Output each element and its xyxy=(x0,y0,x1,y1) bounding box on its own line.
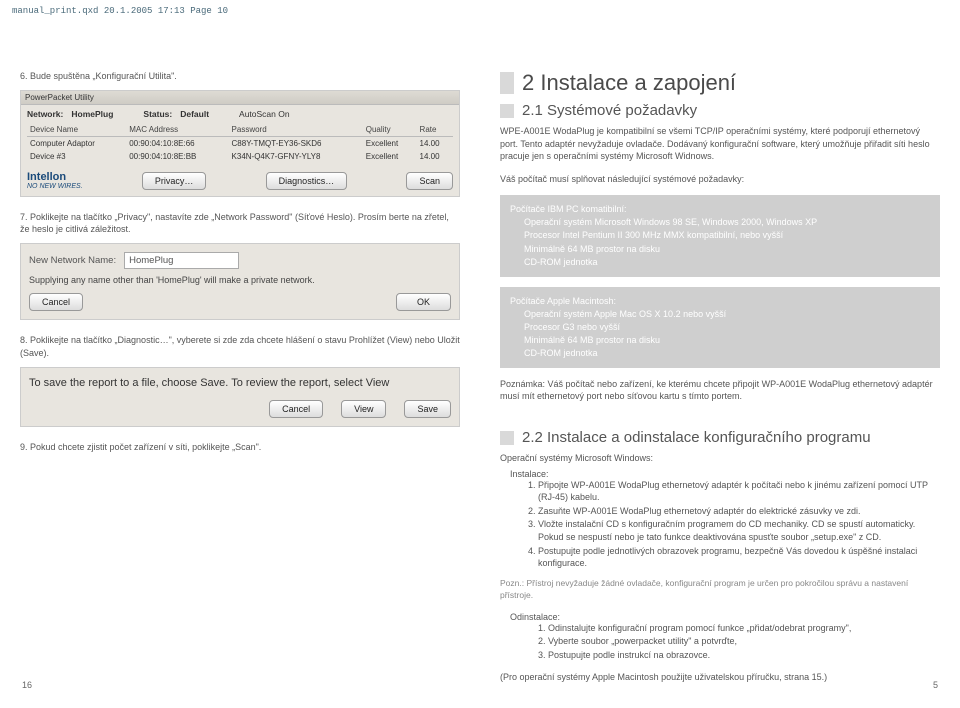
dialog-description: Supplying any name other than 'HomePlug'… xyxy=(29,275,451,285)
intellon-logo: Intellon xyxy=(27,171,83,183)
table-header-row: Device Name MAC Address Password Quality… xyxy=(27,123,453,137)
install-sublabel: Instalace: xyxy=(510,469,940,479)
heading-marker-icon xyxy=(500,104,514,118)
step-7: 7. Poklikejte na tlačítko „Privacy", nas… xyxy=(20,211,460,235)
screenshot-utility: PowerPacket Utility Network: HomePlug St… xyxy=(20,90,460,197)
step-8: 8. Poklikejte na tlačítko „Diagnostic…",… xyxy=(20,334,460,358)
req-mac-head: Počítače Apple Macintosh: xyxy=(510,295,930,308)
save-dialog-description: To save the report to a file, choose Sav… xyxy=(29,376,451,390)
req-mac-line: CD-ROM jednotka xyxy=(524,347,930,360)
install-steps-list: Připojte WP-A001E WodaPlug ethernetový a… xyxy=(520,479,940,570)
cancel-button[interactable]: Cancel xyxy=(269,400,323,418)
right-column: 2 Instalace a zapojení 2.1 Systémové pož… xyxy=(500,70,940,694)
ok-button[interactable]: OK xyxy=(396,293,451,311)
page-number-left: 16 xyxy=(22,680,32,690)
cancel-button[interactable]: Cancel xyxy=(29,293,83,311)
status-value: Default xyxy=(180,109,209,119)
col-password: Password xyxy=(229,123,363,137)
install-step: Připojte WP-A001E WodaPlug ethernetový a… xyxy=(538,479,940,504)
section-2-2-heading: 2.2 Instalace a odinstalace konfigurační… xyxy=(500,429,940,446)
step-6: 6. Bude spuštěna „Konfigurační Utilita". xyxy=(20,70,460,82)
view-button[interactable]: View xyxy=(341,400,386,418)
table-row: Computer Adaptor 00:90:04:10:8E:66 C88Y-… xyxy=(27,137,453,151)
uninstall-sublabel: Odinstalace: xyxy=(510,612,940,622)
uninstall-step: Postupujte podle instrukcí na obrazovce. xyxy=(548,649,940,662)
subsection-title: 2.1 Systémové požadavky xyxy=(522,102,697,119)
section-2-heading: 2 Instalace a zapojení xyxy=(500,70,940,96)
section-2-1-heading: 2.1 Systémové požadavky xyxy=(500,102,940,119)
device-table: Device Name MAC Address Password Quality… xyxy=(27,123,453,163)
logo-subtitle: NO NEW WIRES. xyxy=(27,183,83,190)
page-content: 6. Bude spuštěna „Konfigurační Utilita".… xyxy=(0,0,960,694)
table-row: Device #3 00:90:04:10:8E:BB K34N-Q4K7-GF… xyxy=(27,150,453,163)
intro-paragraph: WPE-A001E WodaPlug je kompatibilní se vš… xyxy=(500,125,940,163)
network-value: HomePlug xyxy=(71,109,113,119)
install-step: Postupujte podle jednotlivých obrazovek … xyxy=(538,545,940,570)
requirements-lead: Váš počítač musí splňovat následující sy… xyxy=(500,173,940,186)
step-9: 9. Pokud chcete zjistit počet zařízení v… xyxy=(20,441,460,453)
req-pc-line: Minimálně 64 MB prostor na disku xyxy=(524,243,930,256)
req-mac-line: Operační systém Apple Mac OS X 10.2 nebo… xyxy=(524,308,930,321)
install-step: Zasuňte WP-A001E WodaPlug ethernetový ad… xyxy=(538,505,940,518)
network-label: Network: xyxy=(27,109,63,119)
window-titlebar: PowerPacket Utility xyxy=(21,91,459,105)
privacy-dialog: New Network Name: HomePlug Supplying any… xyxy=(20,243,460,320)
diagnostics-button[interactable]: Diagnostics… xyxy=(266,172,348,190)
mac-footnote: (Pro operační systémy Apple Macintosh po… xyxy=(500,671,940,684)
scan-button[interactable]: Scan xyxy=(406,172,453,190)
col-device: Device Name xyxy=(27,123,126,137)
driver-note: Pozn.: Přístroj nevyžaduje žádné ovladač… xyxy=(500,578,940,602)
req-pc-head: Počítače IBM PC komatibilní: xyxy=(510,203,930,216)
req-mac-line: Procesor G3 nebo vyšší xyxy=(524,321,930,334)
uninstall-step: Odinstalujte konfigurační program pomocí… xyxy=(548,622,940,635)
privacy-button[interactable]: Privacy… xyxy=(142,172,207,190)
save-button[interactable]: Save xyxy=(404,400,451,418)
subsection-title: 2.2 Instalace a odinstalace konfigurační… xyxy=(522,429,871,446)
uninstall-steps-list: Odinstalujte konfigurační program pomocí… xyxy=(530,622,940,662)
req-pc-line: CD-ROM jednotka xyxy=(524,256,930,269)
section-title: 2 Instalace a zapojení xyxy=(522,70,736,96)
network-name-label: New Network Name: xyxy=(29,255,116,266)
heading-marker-icon xyxy=(500,72,514,94)
col-mac: MAC Address xyxy=(126,123,228,137)
requirements-pc-box: Počítače IBM PC komatibilní: Operační sy… xyxy=(500,195,940,276)
col-quality: Quality xyxy=(363,123,417,137)
autoscan-label: AutoScan On xyxy=(239,109,290,119)
note-paragraph: Poznámka: Váš počítač nebo zařízení, ke … xyxy=(500,378,940,403)
status-label: Status: xyxy=(143,109,172,119)
heading-marker-icon xyxy=(500,431,514,445)
left-column: 6. Bude spuštěna „Konfigurační Utilita".… xyxy=(20,70,460,694)
col-rate: Rate xyxy=(417,123,453,137)
diagnostic-dialog: To save the report to a file, choose Sav… xyxy=(20,367,460,427)
print-header: manual_print.qxd 20.1.2005 17:13 Page 10 xyxy=(12,6,228,16)
network-name-input[interactable]: HomePlug xyxy=(124,252,239,269)
req-pc-line: Procesor Intel Pentium II 300 MHz MMX ko… xyxy=(524,229,930,242)
req-pc-line: Operační systém Microsoft Windows 98 SE,… xyxy=(524,216,930,229)
install-os-label: Operační systémy Microsoft Windows: xyxy=(500,452,940,465)
req-mac-line: Minimálně 64 MB prostor na disku xyxy=(524,334,930,347)
page-number-right: 5 xyxy=(933,680,938,690)
install-step: Vložte instalační CD s konfiguračním pro… xyxy=(538,518,940,543)
requirements-mac-box: Počítače Apple Macintosh: Operační systé… xyxy=(500,287,940,368)
uninstall-step: Vyberte soubor „powerpacket utility" a p… xyxy=(548,635,940,648)
